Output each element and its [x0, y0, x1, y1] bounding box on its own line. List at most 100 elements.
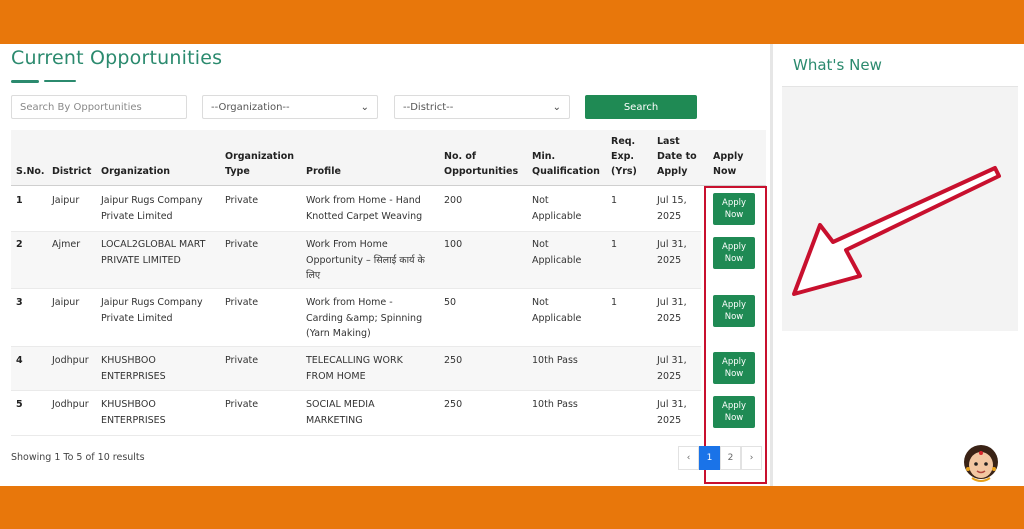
table-row: 5 Jodhpur KHUSHBOO ENTERPRISES Private S…: [11, 391, 701, 436]
cell-org-type: Private: [225, 355, 259, 366]
header-apply-now: Apply Now: [713, 149, 743, 179]
cell-profile-line2: FROM HOME: [306, 370, 366, 382]
cell-org-line2: Private Limited: [101, 210, 173, 222]
cell-date-line2: 2025: [657, 210, 682, 222]
cell-profile: TELECALLING WORK FROM HOME: [306, 353, 403, 384]
cell-district: Jaipur: [52, 297, 80, 308]
cell-experience: 1: [611, 195, 618, 206]
cell-profile-line1: SOCIAL MEDIA: [306, 399, 375, 410]
header-apply-line1: Apply: [713, 151, 744, 162]
cell-sno: 4: [16, 355, 23, 366]
cell-profile: Work From Home Opportunity – सिलाई कार्य…: [306, 237, 425, 284]
header-sno: S.No.: [16, 166, 45, 177]
cell-profile-line2: Opportunity – सिलाई कार्य के: [306, 254, 425, 266]
header-date-line2: Date to: [657, 151, 697, 162]
results-summary: Showing 1 To 5 of 10 results: [11, 452, 145, 463]
header-opportunities: No. of Opportunities: [444, 149, 518, 179]
cell-org-line1: KHUSHBOO: [101, 355, 156, 366]
cell-opportunities: 200: [444, 195, 463, 206]
chevron-down-icon: ⌄: [360, 101, 369, 113]
cell-qual-line1: Not: [532, 195, 549, 206]
cell-date-line1: Jul 31,: [657, 355, 687, 366]
next-page-button[interactable]: ›: [741, 446, 762, 470]
cell-sno: 2: [16, 239, 23, 250]
cell-org-type: Private: [225, 195, 259, 206]
cell-profile-line1: Work From Home: [306, 239, 388, 250]
cell-date-line2: 2025: [657, 370, 682, 382]
cell-organization: Jaipur Rugs Company Private Limited: [101, 193, 203, 224]
cell-org-line1: LOCAL2GLOBAL MART: [101, 239, 206, 250]
bottom-orange-band: [0, 486, 1024, 529]
header-exp-line3: (Yrs): [611, 166, 637, 177]
cell-qualification: 10th Pass: [532, 399, 578, 410]
organization-select[interactable]: --Organization-- ⌄: [202, 95, 378, 119]
district-select-value: --District--: [403, 101, 454, 113]
title-underline: [11, 80, 39, 83]
district-select[interactable]: --District-- ⌄: [394, 95, 570, 119]
top-orange-band: [0, 0, 1024, 44]
header-org-type-line1: Organization: [225, 151, 295, 162]
cell-date-line1: Jul 15,: [657, 195, 687, 206]
cell-sno: 5: [16, 399, 23, 410]
cell-sno: 3: [16, 297, 23, 308]
cell-district: Ajmer: [52, 239, 81, 250]
cell-last-date: Jul 31, 2025: [657, 397, 687, 428]
header-exp-line1: Req.: [611, 136, 636, 147]
cell-date-line1: Jul 31,: [657, 297, 687, 308]
cell-date-line2: 2025: [657, 254, 682, 266]
header-exp-line2: Exp.: [611, 151, 635, 162]
page-2-button[interactable]: 2: [720, 446, 741, 470]
apply-column-highlight: [704, 186, 767, 484]
cell-profile: Work from Home - Hand Knotted Carpet Wea…: [306, 193, 422, 224]
opportunities-table: S.No. District Organization Organization…: [11, 130, 766, 436]
cell-profile: SOCIAL MEDIA MARKETING: [306, 397, 375, 428]
prev-page-button[interactable]: ‹: [678, 446, 699, 470]
cell-qual-line1: Not: [532, 239, 549, 250]
cell-date-line2: 2025: [657, 414, 682, 426]
cell-date-line2: 2025: [657, 312, 682, 324]
search-button[interactable]: Search: [585, 95, 697, 119]
header-district: District: [52, 166, 92, 177]
cell-qualification: Not Applicable: [532, 295, 581, 326]
cell-qual-line1: Not: [532, 297, 549, 308]
page-content: Current Opportunities --Organization-- ⌄…: [0, 44, 1024, 516]
search-input[interactable]: [11, 95, 187, 119]
cell-profile-line2: Carding &amp; Spinning: [306, 312, 423, 324]
cell-organization: KHUSHBOO ENTERPRISES: [101, 397, 166, 428]
cell-organization: KHUSHBOO ENTERPRISES: [101, 353, 166, 384]
cell-org-type: Private: [225, 399, 259, 410]
cell-qualification: Not Applicable: [532, 237, 581, 268]
header-organization: Organization: [101, 166, 171, 177]
table-row: 3 Jaipur Jaipur Rugs Company Private Lim…: [11, 289, 701, 347]
title-underline-secondary: [44, 80, 76, 82]
header-apply-line2: Now: [713, 166, 737, 177]
column-divider: [770, 44, 773, 486]
cell-org-line1: Jaipur Rugs Company: [101, 297, 203, 308]
cell-profile-line1: TELECALLING WORK: [306, 355, 403, 366]
cell-last-date: Jul 31, 2025: [657, 353, 687, 384]
cell-profile-line1: Work from Home - Hand: [306, 195, 421, 206]
cell-org-type: Private: [225, 297, 259, 308]
cell-profile-line1: Work from Home -: [306, 297, 393, 308]
cell-last-date: Jul 31, 2025: [657, 237, 687, 268]
cell-org-line2: Private Limited: [101, 312, 173, 324]
header-date-line3: Apply: [657, 166, 688, 177]
red-arrow-icon: [792, 166, 1001, 296]
page-1-button[interactable]: 1: [699, 446, 720, 470]
cell-qual-line2: Applicable: [532, 254, 582, 266]
cell-qual-line2: Applicable: [532, 312, 582, 324]
organization-select-value: --Organization--: [211, 101, 290, 113]
header-org-type-line2: Type: [225, 166, 250, 177]
header-experience: Req. Exp. (Yrs): [611, 134, 637, 179]
cell-experience: 1: [611, 239, 618, 250]
header-qual-line1: Min.: [532, 151, 556, 162]
cell-org-line2: ENTERPRISES: [101, 370, 166, 382]
chevron-down-icon: ⌄: [552, 101, 561, 113]
cell-organization: Jaipur Rugs Company Private Limited: [101, 295, 203, 326]
cell-profile-line2: MARKETING: [306, 414, 363, 426]
cell-qual-line2: Applicable: [532, 210, 582, 222]
whats-new-title: What's New: [793, 56, 882, 74]
cell-district: Jodhpur: [52, 399, 89, 410]
header-qual-line2: Qualification: [532, 166, 600, 177]
cell-experience: 1: [611, 297, 618, 308]
